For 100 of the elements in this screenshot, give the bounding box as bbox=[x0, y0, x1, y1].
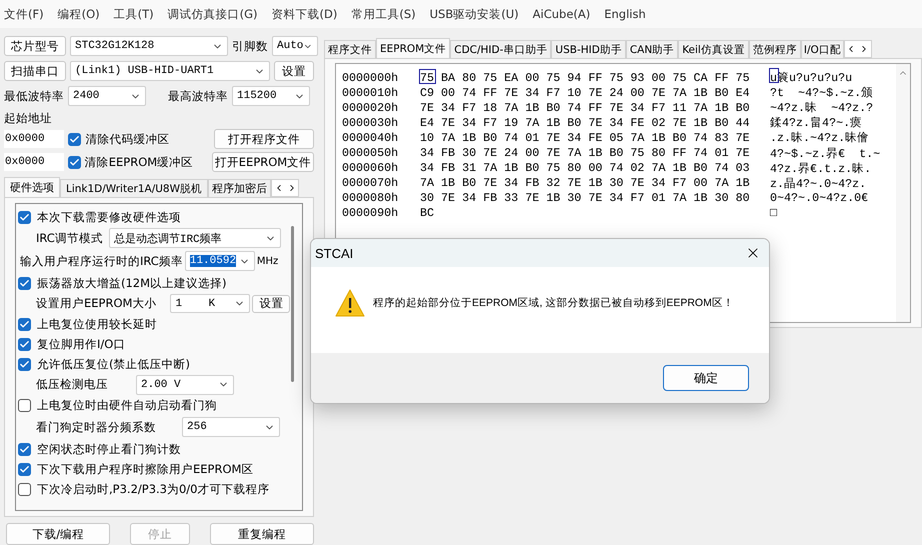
checkbox[interactable] bbox=[18, 318, 31, 330]
tab[interactable]: 范例程序 bbox=[748, 40, 801, 58]
menu-item[interactable]: English bbox=[604, 7, 652, 21]
hex-ascii: 4?~$.~z.昦€ t.~ bbox=[770, 146, 880, 161]
menu-item[interactable]: 调试仿真接口(G) bbox=[168, 6, 264, 22]
open-file-button[interactable]: 打开程序文件 bbox=[214, 129, 314, 149]
hex-bytes: 7A 1B B0 7E 34 FB 32 7E 1B 30 7E 34 F7 00 7A 1B bbox=[420, 176, 751, 190]
tab[interactable]: CAN助手 bbox=[626, 40, 678, 58]
hex-ascii: □ bbox=[770, 206, 778, 220]
pins-label: 引脚数 bbox=[232, 38, 268, 54]
option-label: 振荡器放大增益(12M以上建议选择) bbox=[37, 276, 227, 290]
max-baud-dropdown[interactable]: 115200 bbox=[232, 86, 310, 106]
hex-address: 0000060h bbox=[342, 161, 400, 176]
checkbox[interactable] bbox=[18, 338, 31, 350]
open-file-button[interactable]: 打开EEPROM文件 bbox=[212, 152, 314, 172]
menu-item[interactable]: 工具(T) bbox=[114, 6, 160, 22]
option-label: 空闲状态时停止看门狗计数 bbox=[37, 442, 181, 456]
tab[interactable]: Link1D/Writer1A/U8W脱机 bbox=[60, 179, 208, 197]
scrollbar[interactable] bbox=[896, 64, 910, 322]
hex-bytes: BC bbox=[420, 206, 436, 220]
action-button[interactable]: 重复编程 bbox=[210, 523, 314, 545]
menu-item[interactable]: 常用工具(S) bbox=[351, 6, 422, 22]
hex-bytes: 34 FB 30 7E 24 00 7E 7A 1B B0 75 80 FF 74 01 7E bbox=[420, 146, 751, 160]
tab[interactable]: Keil仿真设置 bbox=[678, 40, 749, 58]
settings-button[interactable]: 设置 bbox=[274, 61, 314, 81]
option-label: 复位脚用作I/O口 bbox=[37, 336, 126, 352]
hex-ascii: ~4?z.昧 ~4?z.? bbox=[770, 100, 874, 116]
checkbox[interactable] bbox=[18, 210, 31, 224]
option-label: 允许低压复位(禁止低压中断) bbox=[37, 356, 190, 372]
pins-dropdown[interactable]: Auto bbox=[272, 36, 318, 56]
option-dropdown[interactable]: 总是动态调节IRC频率 bbox=[108, 228, 281, 248]
option-dropdown[interactable]: 1 K bbox=[170, 294, 250, 313]
option-label: 设置用户EEPROM大小 bbox=[36, 296, 156, 311]
checkbox[interactable] bbox=[18, 358, 31, 370]
hex-bytes: 30 7E 34 FB 33 7E 1B 30 7E 34 F7 01 7A 1B 30 80 bbox=[420, 191, 751, 206]
checkbox[interactable] bbox=[68, 132, 82, 146]
set-button[interactable]: 设置 bbox=[252, 294, 290, 312]
menu-item[interactable]: 编程(O) bbox=[58, 6, 106, 22]
option-label: 下次下载用户程序时擦除用户EEPROM区 bbox=[37, 462, 254, 476]
tab[interactable]: 程序加密后 bbox=[208, 179, 271, 197]
checkbox[interactable] bbox=[18, 482, 31, 496]
hex-address: 0000080h bbox=[342, 191, 400, 206]
unit-label: MHz bbox=[256, 256, 278, 266]
hex-bytes: 7E 34 F7 18 7A 1B B0 74 FF 7E 34 F7 11 7A 1B B0 bbox=[420, 100, 751, 115]
hex-bytes: 10 7A 1B B0 74 01 7E 34 FE 05 7A 1B B0 74 83 7E bbox=[420, 130, 751, 145]
checkbox[interactable] bbox=[68, 156, 81, 168]
chip-model-button[interactable]: 芯片型号 bbox=[4, 36, 66, 56]
dialog-title: STCAI bbox=[315, 246, 354, 260]
menu-item[interactable]: 资料下载(D) bbox=[272, 6, 344, 22]
tab-scroll-arrows[interactable] bbox=[844, 40, 872, 58]
min-baud-dropdown[interactable]: 2400 bbox=[68, 86, 146, 106]
checkbox[interactable] bbox=[18, 276, 31, 290]
option-label: 上电复位时由硬件自动启动看门狗 bbox=[37, 398, 217, 412]
tab[interactable]: EEPROM文件 bbox=[376, 38, 450, 58]
hex-ascii: z.晶4?~.0~4?z. bbox=[770, 176, 866, 191]
port-dropdown[interactable]: (Link1) USB-HID-UART1 bbox=[70, 61, 270, 81]
option-dropdown[interactable]: 2.00 V bbox=[136, 374, 234, 394]
tab[interactable]: 硬件选项 bbox=[4, 177, 60, 197]
scan-port-button[interactable]: 扫描串口 bbox=[4, 61, 66, 81]
action-button[interactable]: 下载/编程 bbox=[6, 523, 110, 545]
hex-ascii: ?t ~4?~$.~z.颁 bbox=[770, 85, 874, 100]
checkbox[interactable] bbox=[18, 462, 31, 476]
hex-ascii: 鍒4?z.畠4?~.瘼 bbox=[770, 115, 862, 130]
hex-bytes: 75 BA 80 75 EA 00 75 94 FF 75 93 00 75 CA FF 75 bbox=[420, 70, 751, 85]
menu-item[interactable]: USB驱动安装(U) bbox=[430, 6, 525, 22]
option-label: 下次冷启动时,P3.2/P3.3为0/0才可下载程序 bbox=[37, 482, 270, 496]
hex-address: 0000010h bbox=[342, 86, 400, 100]
tab[interactable]: USB-HID助手 bbox=[551, 40, 626, 58]
tab[interactable]: 程序文件 bbox=[324, 40, 376, 58]
warning-icon bbox=[335, 289, 365, 317]
menu-item[interactable]: AiCube(A) bbox=[532, 7, 596, 21]
chip-dropdown[interactable]: STC32G12K128 bbox=[70, 36, 228, 56]
checkbox[interactable] bbox=[18, 398, 31, 412]
hex-address: 0000070h bbox=[342, 176, 400, 190]
address-field[interactable]: 0x0000 bbox=[4, 130, 64, 148]
cursor-box bbox=[769, 68, 779, 84]
option-label: IRC调节模式 bbox=[36, 230, 103, 246]
hex-address: 0000050h bbox=[342, 146, 400, 160]
dialog-message: 程序的起始部分位于EEPROM区域, 这部分数据已被自动移到EEPROM区！ bbox=[373, 296, 734, 310]
scrollbar-thumb[interactable] bbox=[291, 226, 294, 382]
tab[interactable]: CDC/HID-串口助手 bbox=[450, 40, 552, 58]
menu-item[interactable]: 文件(F) bbox=[4, 6, 50, 22]
option-label: 清除EEPROM缓冲区 bbox=[84, 154, 194, 170]
tab-scroll-arrows[interactable] bbox=[271, 179, 299, 197]
option-label: 上电复位使用较长延时 bbox=[37, 316, 157, 332]
hex-address: 0000000h bbox=[342, 70, 400, 85]
option-dropdown[interactable]: 256 bbox=[182, 417, 280, 437]
option-label: 低压检测电压 bbox=[36, 377, 108, 392]
hex-bytes: C9 00 74 FF 7E 34 F7 10 7E 24 00 7E 7A 1B B0 E4 bbox=[420, 86, 751, 100]
tab[interactable]: I/O口配 bbox=[800, 40, 844, 58]
ok-button[interactable]: 确定 bbox=[663, 365, 749, 391]
checkbox[interactable] bbox=[18, 442, 31, 456]
frequency-field[interactable]: 11.0592 bbox=[184, 251, 255, 271]
hex-address: 0000040h bbox=[342, 130, 400, 145]
option-label: 清除代码缓冲区 bbox=[85, 132, 170, 146]
start-address-label: 起始地址 bbox=[4, 111, 53, 126]
hex-address: 0000090h bbox=[342, 206, 400, 220]
hex-address: 0000020h bbox=[342, 100, 400, 115]
address-field[interactable]: 0x0000 bbox=[4, 153, 64, 171]
option-label: 输入用户程序运行时的IRC频率 bbox=[20, 254, 183, 268]
